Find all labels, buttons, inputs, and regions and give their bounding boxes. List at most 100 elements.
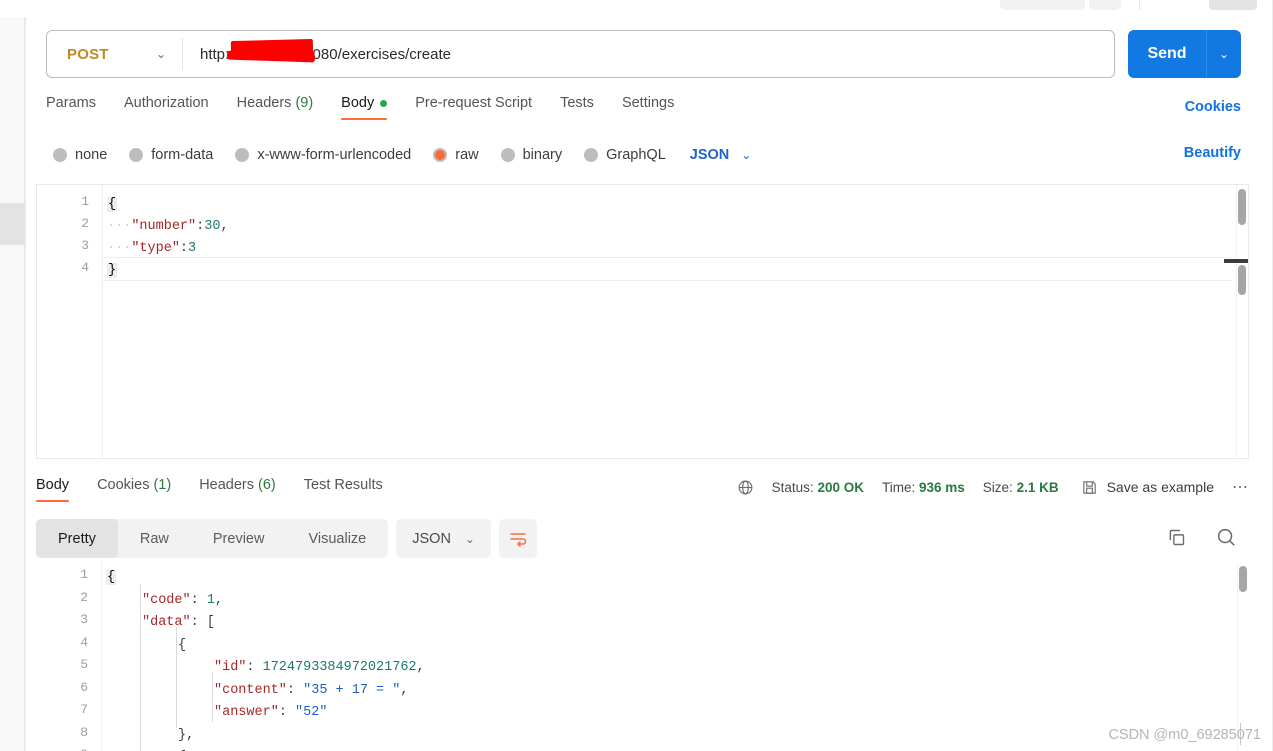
- search-icon[interactable]: [1215, 526, 1237, 548]
- request-tab-settings[interactable]: Settings: [622, 95, 674, 120]
- request-scrollbar-thumb-upper[interactable]: [1238, 189, 1246, 225]
- chrome-pill-left[interactable]: [1000, 0, 1085, 10]
- request-tab-params[interactable]: Params: [46, 95, 96, 120]
- method-url-bar: POST ⌄ http:// :8080/exercises/create: [46, 30, 1115, 78]
- fold-guide-1: [140, 584, 141, 751]
- sidebar-resize-handle[interactable]: [0, 203, 25, 245]
- chrome-tab-inactive[interactable]: [1209, 0, 1257, 10]
- chrome-separator: [1139, 0, 1140, 10]
- request-tab-pre-request-script[interactable]: Pre-request Script: [415, 95, 532, 120]
- request-line-number: 2: [81, 216, 89, 231]
- request-line-number: 4: [81, 260, 89, 275]
- response-status-bar: Status: 200 OK Time: 936 ms Size: 2.1 KB…: [737, 477, 1249, 497]
- request-scrollbar-thumb-lower[interactable]: [1238, 265, 1246, 295]
- view-mode-preview[interactable]: Preview: [191, 519, 287, 558]
- radio-icon[interactable]: [129, 148, 144, 162]
- chevron-down-icon: ⌄: [464, 531, 475, 546]
- save-as-example-label: Save as example: [1106, 479, 1214, 495]
- radio-icon[interactable]: [500, 148, 515, 162]
- token-key: "number": [131, 219, 197, 234]
- response-line-number: 9: [80, 747, 88, 751]
- request-scroll-track[interactable]: [1236, 185, 1248, 458]
- response-tab-test-results[interactable]: Test Results: [304, 477, 383, 502]
- view-mode-pretty[interactable]: Pretty: [36, 519, 118, 558]
- url-row: POST ⌄ http:// :8080/exercises/create Se…: [46, 30, 1241, 78]
- unsaved-indicator-dot: [380, 99, 388, 107]
- token-key: "content": [214, 682, 287, 698]
- view-mode-group: Pretty Raw Preview Visualize: [36, 519, 389, 558]
- body-type-none[interactable]: none: [53, 147, 107, 163]
- token-key: "type": [131, 241, 180, 256]
- radio-icon[interactable]: [433, 148, 448, 162]
- body-type-form-data[interactable]: form-data: [129, 147, 213, 163]
- radio-icon[interactable]: [53, 148, 67, 162]
- view-mode-raw[interactable]: Raw: [118, 519, 191, 558]
- fold-guide-2: [176, 628, 177, 728]
- request-tab-body[interactable]: Body: [341, 95, 388, 120]
- send-button[interactable]: Send: [1128, 30, 1206, 78]
- request-tab-headers[interactable]: Headers (9): [237, 95, 314, 120]
- body-type-graphql[interactable]: GraphQL: [584, 147, 666, 163]
- chevron-down-icon: ⌄: [741, 148, 752, 162]
- body-type-x-www-form-urlencoded[interactable]: x-www-form-urlencoded: [235, 147, 411, 163]
- method-label: POST: [67, 45, 109, 63]
- body-type-raw[interactable]: raw: [433, 147, 479, 163]
- response-body-editor[interactable]: 123456789 {"code": 1,"data": [{"id": 172…: [36, 562, 1249, 751]
- request-code-area[interactable]: {···"number":30, ···"type":3}: [103, 185, 1248, 458]
- response-tab-body[interactable]: Body: [36, 477, 70, 502]
- request-line-number: 1: [81, 194, 89, 209]
- response-code-area[interactable]: {"code": 1, "data": [{"id": 1724793384972…: [102, 562, 1249, 751]
- response-line-number: 5: [80, 657, 88, 672]
- token-pun: : [: [190, 615, 215, 630]
- request-format-selector[interactable]: JSON ⌄: [690, 147, 752, 163]
- body-type-binary[interactable]: binary: [500, 147, 562, 163]
- radio-icon[interactable]: [235, 148, 250, 162]
- chrome-tab-active[interactable]: [1157, 0, 1209, 10]
- request-h-scroll-mark[interactable]: [1224, 259, 1248, 263]
- token-pun: :: [179, 241, 189, 256]
- radio-icon[interactable]: [584, 148, 599, 162]
- response-scrollbar-thumb[interactable]: [1239, 566, 1247, 592]
- top-chrome-strip: [0, 0, 1273, 17]
- size-segment: Size: 2.1 KB: [983, 480, 1059, 495]
- tab-label: Headers: [199, 477, 255, 493]
- beautify-link[interactable]: Beautify: [1184, 145, 1241, 161]
- wrap-lines-button[interactable]: [498, 519, 537, 558]
- wrap-text-icon: [510, 532, 527, 547]
- request-format-label: JSON: [689, 147, 730, 163]
- send-options-chevron-down-icon[interactable]: ⌄: [1207, 30, 1241, 78]
- cookies-link[interactable]: Cookies: [1185, 99, 1241, 115]
- request-body-editor[interactable]: 1234 {···"number":30, ···"type":3}: [36, 184, 1249, 459]
- tab-label: Params: [46, 95, 96, 111]
- copy-icon[interactable]: [1166, 527, 1187, 548]
- request-tab-authorization[interactable]: Authorization: [124, 95, 209, 120]
- request-tab-tests[interactable]: Tests: [560, 95, 594, 120]
- response-format-selector[interactable]: JSON ⌄: [396, 519, 491, 558]
- response-tab-headers[interactable]: Headers (6): [199, 477, 276, 502]
- token-pun: ,: [220, 219, 229, 234]
- token-key: "answer": [214, 705, 279, 720]
- fold-guide-3: [212, 672, 213, 722]
- token-pun: },: [178, 727, 195, 743]
- tab-count: (6): [254, 477, 276, 493]
- status-value: 200 OK: [817, 479, 864, 495]
- status-label: Status:: [771, 479, 814, 495]
- view-mode-visualize[interactable]: Visualize: [286, 519, 388, 558]
- token-brace: }: [107, 263, 118, 278]
- size-label: Size:: [982, 479, 1013, 495]
- request-code-line: }: [107, 260, 118, 282]
- chrome-pill-right[interactable]: [1089, 0, 1121, 10]
- tab-label: Cookies: [97, 477, 150, 493]
- url-input[interactable]: http:// :8080/exercises/create: [183, 38, 1114, 63]
- tab-label: Body: [341, 95, 375, 111]
- more-options-icon[interactable]: ⋯: [1232, 477, 1249, 497]
- token-pun: :: [246, 660, 263, 675]
- tab-label: Pre-request Script: [415, 95, 533, 111]
- token-num: 30: [204, 219, 221, 234]
- postman-window: POST ⌄ http:// :8080/exercises/create Se…: [0, 0, 1273, 751]
- save-as-example-button[interactable]: Save as example: [1081, 479, 1214, 496]
- method-selector[interactable]: POST ⌄: [47, 31, 182, 77]
- response-tab-cookies[interactable]: Cookies (1): [97, 477, 171, 502]
- tab-count: (9): [291, 95, 314, 111]
- editor-row-rule: [103, 257, 1232, 258]
